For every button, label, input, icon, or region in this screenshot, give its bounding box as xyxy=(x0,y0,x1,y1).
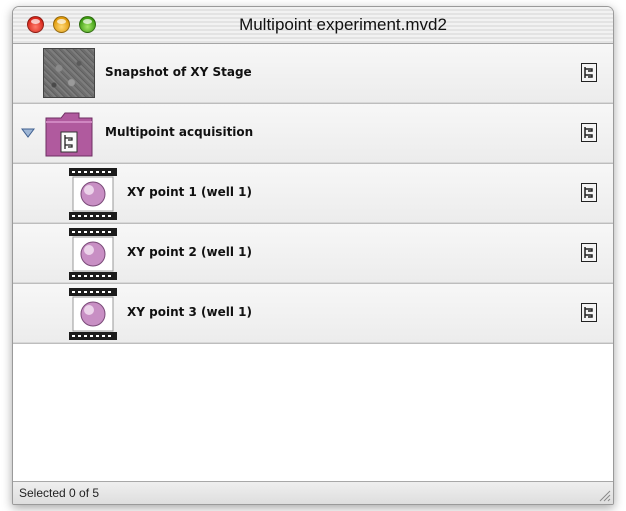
list-item-snapshot[interactable]: Snapshot of XY Stage xyxy=(13,44,613,104)
list-item-multipoint-acquisition[interactable]: Multipoint acquisition xyxy=(13,104,613,164)
item-menu-icon[interactable] xyxy=(581,303,597,322)
selection-status: Selected 0 of 5 xyxy=(19,486,100,500)
item-menu-icon[interactable] xyxy=(581,63,597,82)
item-menu-icon[interactable] xyxy=(581,123,597,142)
list-empty-area[interactable] xyxy=(13,344,613,481)
item-menu-icon[interactable] xyxy=(581,243,597,262)
item-label: Snapshot of XY Stage xyxy=(105,65,252,79)
list-item-xy-point-3[interactable]: XY point 3 (well 1) xyxy=(13,284,613,344)
stage-snapshot-icon xyxy=(43,48,95,98)
item-label: XY point 1 (well 1) xyxy=(127,185,252,199)
film-icon xyxy=(69,228,117,280)
item-label: Multipoint acquisition xyxy=(105,125,254,139)
item-menu-icon[interactable] xyxy=(581,183,597,202)
folder-icon xyxy=(45,112,93,157)
item-label: XY point 3 (well 1) xyxy=(127,305,252,319)
window-title: Multipoint experiment.mvd2 xyxy=(239,15,447,34)
list-item-xy-point-1[interactable]: XY point 1 (well 1) xyxy=(13,164,613,224)
item-label: XY point 2 (well 1) xyxy=(127,245,252,259)
resize-grip-icon[interactable] xyxy=(597,488,611,502)
disclosure-triangle-icon[interactable] xyxy=(21,128,35,138)
film-icon xyxy=(69,288,117,340)
title-bar[interactable]: Multipoint experiment.mvd2 xyxy=(13,7,613,44)
list-item-xy-point-2[interactable]: XY point 2 (well 1) xyxy=(13,224,613,284)
item-list: Snapshot of XY Stage Multipoint acquisit… xyxy=(13,44,613,344)
document-window: Multipoint experiment.mvd2 Snapshot of X… xyxy=(12,6,614,505)
status-bar: Selected 0 of 5 xyxy=(13,481,613,504)
film-icon xyxy=(69,168,117,220)
